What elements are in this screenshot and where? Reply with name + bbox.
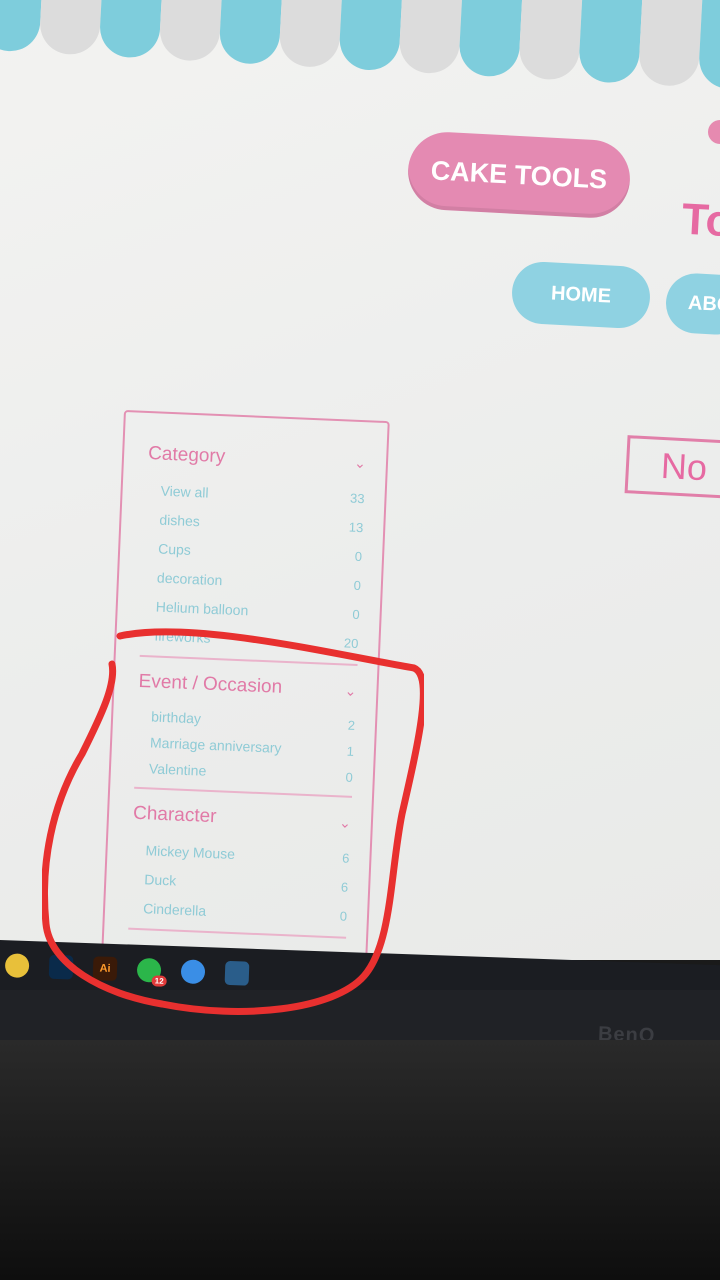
whatsapp-icon[interactable]: 12 bbox=[136, 957, 167, 987]
filter-item-count: 0 bbox=[353, 577, 362, 594]
illustrator-icon[interactable]: Ai bbox=[92, 956, 118, 982]
filter-item-count: 6 bbox=[340, 879, 349, 895]
filter-item-label: Duck bbox=[144, 870, 177, 889]
home-button[interactable]: HOME bbox=[510, 260, 652, 330]
event-header[interactable]: Event / Occasion ⌄ bbox=[138, 671, 357, 702]
filter-item-label: Marriage anniversary bbox=[149, 734, 282, 756]
filter-item-count: 0 bbox=[354, 548, 363, 565]
chat-icon[interactable] bbox=[180, 959, 206, 985]
filter-item-label: Cups bbox=[157, 540, 192, 558]
filter-item-label: fireworks bbox=[154, 626, 211, 646]
event-section: Event / Occasion ⌄ birthday 2 Marriage an… bbox=[134, 671, 357, 790]
category-header[interactable]: Category ⌄ bbox=[148, 443, 367, 474]
filter-item-label: Cinderella bbox=[142, 899, 207, 919]
awning-banner bbox=[0, 0, 720, 130]
category-title: Category bbox=[147, 443, 226, 468]
filter-item-label: Mickey Mouse bbox=[145, 841, 236, 862]
chevron-down-icon[interactable]: ⌄ bbox=[354, 454, 366, 471]
notice-box: No bbox=[624, 435, 720, 499]
filter-item-count: 0 bbox=[339, 908, 348, 924]
filter-item-count: 0 bbox=[352, 606, 360, 623]
about-button[interactable]: ABC bbox=[664, 271, 720, 337]
filter-item-count: 0 bbox=[345, 769, 354, 785]
logo-icon bbox=[708, 120, 720, 144]
event-title: Event / Occasion bbox=[138, 670, 283, 698]
filter-item-label: Valentine bbox=[148, 760, 207, 779]
calculator-icon[interactable] bbox=[224, 960, 250, 986]
chevron-down-icon[interactable]: ⌄ bbox=[344, 682, 356, 699]
category-section: Category ⌄ View all 33 dishes 13 Cups 0 dec… bbox=[140, 443, 367, 658]
filter-sidebar: Category ⌄ View all 33 dishes 13 Cups 0 dec… bbox=[100, 410, 390, 960]
chevron-down-icon[interactable]: ⌄ bbox=[339, 814, 351, 831]
character-header[interactable]: Character ⌄ bbox=[133, 803, 352, 834]
character-section: Character ⌄ Mickey Mouse 6 Duck 6 Cinderel… bbox=[129, 803, 352, 931]
filter-item-label: birthday bbox=[150, 708, 202, 727]
site-logo-text: To bbox=[680, 194, 720, 247]
filter-item-count: 20 bbox=[343, 635, 359, 652]
filter-item-count: 13 bbox=[348, 519, 364, 536]
cake-tools-button[interactable]: CAKE TOOLS bbox=[406, 130, 632, 220]
notification-badge: 12 bbox=[151, 975, 167, 987]
monitor-screen: CAKE TOOLS To HOME ABC No Category ⌄ Vie… bbox=[0, 0, 720, 960]
character-title: Character bbox=[132, 802, 217, 828]
filter-item-label: decoration bbox=[156, 569, 223, 588]
photoshop-icon[interactable] bbox=[48, 954, 74, 980]
filter-item-count: 2 bbox=[347, 717, 356, 733]
filter-item-count: 1 bbox=[346, 743, 355, 759]
filter-item-count: 33 bbox=[349, 490, 365, 507]
filter-item-count: 6 bbox=[341, 850, 350, 866]
filter-item-label: View all bbox=[160, 482, 209, 501]
filter-item-label: Helium balloon bbox=[155, 598, 249, 618]
chrome-icon[interactable] bbox=[4, 953, 30, 979]
desk-background bbox=[0, 1040, 720, 1280]
filter-item-label: dishes bbox=[159, 511, 201, 529]
